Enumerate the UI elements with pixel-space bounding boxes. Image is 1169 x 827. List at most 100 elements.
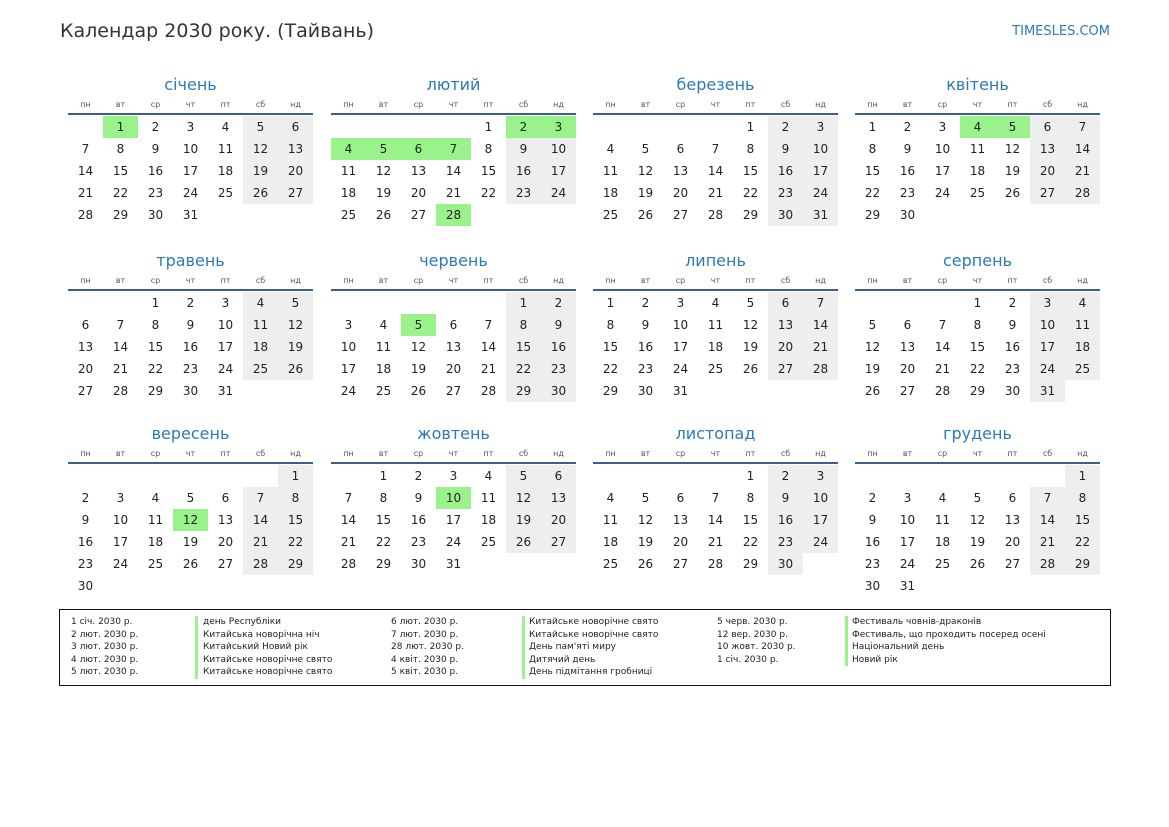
day-cell: 12 [506,487,541,509]
day-cell: 25 [934,557,951,571]
day-cell: 4 [606,491,615,505]
days-grid: 1 2 3 4 5 6 7 8 9 10 11 12 13 14 15 16 17 18 19 20 21 22 23 24 2… [68,116,313,226]
empty-cell [698,465,733,487]
day-cell: 11 [340,164,357,178]
legend-date: 3 лют. 2030 р. [71,642,139,653]
weekday-label: пт [220,100,231,109]
day-cell: 19 [1004,164,1021,178]
day-cell: 23 [77,557,94,571]
days-grid: 1 2 3 4 5 6 7 8 9 10 11 12 13 14 15 16 17 18 19 20 21 22 23 24 2… [593,292,838,402]
day-cell: 4 [484,469,493,483]
weekday-label: пн [343,100,354,109]
empty-cell [208,465,243,487]
day-cell: 29 [602,384,619,398]
day-cell: 10 [217,318,234,332]
holiday-day-cell: 4 [331,138,366,160]
day-cell: 23 [768,531,803,553]
weekday-header: пн вт ср чт пт сб нд [593,275,838,291]
day-cell: 14 [707,513,724,527]
weekday-header: пн вт ср чт пт сб нд [593,99,838,115]
day-cell: 17 [934,164,951,178]
month-8: серпень пн вт ср чт пт сб нд 1 2 3 4 5 6 7 8 9 10 11 12 13 14… [855,250,1100,402]
day-cell: 19 [243,160,278,182]
weekday-label: пн [867,276,878,285]
day-cell: 7 [711,491,720,505]
day-cell: 16 [768,509,803,531]
site-link[interactable]: TIMESLES.COM [1012,24,1110,39]
day-cell: 23 [1004,362,1021,376]
weekday-header: пн вт ср чт пт сб нд [855,275,1100,291]
day-cell: 26 [506,531,541,553]
weekday-label: чт [710,449,721,458]
day-cell: 28 [112,384,129,398]
day-cell: 11 [707,318,724,332]
weekday-label: ср [937,276,948,285]
weekday-label: пн [80,100,91,109]
day-cell: 12 [1004,142,1021,156]
empty-cell [855,292,890,314]
day-cell: 24 [217,362,234,376]
month-3: березень пн вт ср чт пт сб нд 1 2 3 4 5 6 7 8 9 10 11 12 13 1… [593,74,838,226]
day-cell: 28 [707,208,724,222]
weekday-label: вт [378,276,389,285]
day-cell: 13 [672,164,689,178]
day-cell: 12 [278,314,313,336]
weekday-label: чт [972,100,983,109]
day-cell: 25 [480,535,497,549]
day-cell: 20 [1030,160,1065,182]
day-cell: 25 [147,557,164,571]
day-cell: 22 [742,535,759,549]
legend-date: 4 квіт. 2030 р. [391,654,459,665]
day-cell: 29 [506,380,541,402]
day-cell: 9 [506,138,541,160]
day-cell: 15 [112,164,129,178]
empty-cell [960,465,995,487]
day-cell: 22 [112,186,129,200]
day-cell: 16 [410,513,427,527]
day-cell: 17 [541,160,576,182]
days-grid: 1 2 3 4 5 6 7 8 9 10 11 12 13 14 15 16 17 18 19 20 21 22 23 24 2… [331,116,576,226]
weekday-header: пн вт ср чт пт сб нд [331,448,576,464]
day-cell: 22 [602,362,619,376]
day-cell: 2 [768,465,803,487]
day-cell: 31 [182,208,199,222]
day-cell: 6 [1030,116,1065,138]
day-cell: 28 [1030,553,1065,575]
day-cell: 10 [899,513,916,527]
day-cell: 31 [899,579,916,593]
day-cell: 6 [1008,491,1017,505]
day-cell: 30 [77,579,94,593]
empty-cell [68,465,103,487]
day-cell: 18 [602,186,619,200]
day-cell: 4 [151,491,160,505]
legend-holiday-marker [522,616,525,679]
day-cell: 1 [868,120,877,134]
day-cell: 2 [414,469,423,483]
day-cell: 8 [973,318,982,332]
day-cell: 14 [1030,509,1065,531]
day-cell: 13 [410,164,427,178]
day-cell: 15 [147,340,164,354]
day-cell: 19 [506,509,541,531]
legend-holiday-name: День пам'яті миру [529,642,616,653]
weekday-label: пт [745,449,756,458]
day-cell: 25 [1065,358,1100,380]
day-cell: 29 [112,208,129,222]
weekday-label: сб [1042,276,1053,285]
weekday-label: чт [448,449,459,458]
empty-cell [1030,465,1065,487]
empty-cell [628,116,663,138]
day-cell: 28 [77,208,94,222]
weekday-label: пн [343,449,354,458]
day-cell: 12 [375,164,392,178]
day-cell: 29 [969,384,986,398]
weekday-header: пн вт ср чт пт сб нд [331,275,576,291]
day-cell: 24 [934,186,951,200]
weekday-label: пт [220,449,231,458]
holiday-day-cell: 3 [541,116,576,138]
day-cell: 22 [864,186,881,200]
month-name: жовтень [417,424,490,443]
day-cell: 16 [77,535,94,549]
day-cell: 25 [602,208,619,222]
holiday-day-cell: 5 [401,314,436,336]
